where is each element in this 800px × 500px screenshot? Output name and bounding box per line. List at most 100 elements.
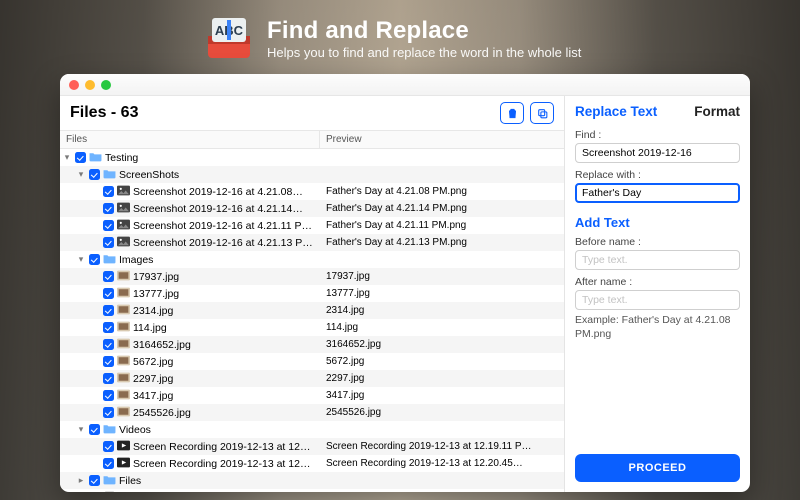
file-name: 2297.jpg bbox=[133, 373, 173, 385]
folder-icon bbox=[103, 168, 116, 182]
row-checkbox[interactable] bbox=[103, 407, 114, 418]
before-name-label: Before name : bbox=[575, 236, 740, 248]
delete-button[interactable] bbox=[500, 102, 524, 124]
table-row[interactable]: ▾Testing bbox=[60, 149, 564, 166]
table-row[interactable]: ▾ScreenShots bbox=[60, 166, 564, 183]
column-header-preview[interactable]: Preview bbox=[320, 131, 564, 148]
table-row[interactable]: ▾2297.jpg2297.jpg bbox=[60, 370, 564, 387]
table-row[interactable]: ▾Screenshot 2019-12-16 at 4.21.11 P…Fath… bbox=[60, 217, 564, 234]
thumb-icon bbox=[117, 287, 130, 301]
file-tree[interactable]: ▾Testing▾ScreenShots▾Screenshot 2019-12-… bbox=[60, 149, 564, 492]
row-checkbox[interactable] bbox=[103, 203, 114, 214]
minimize-dot[interactable] bbox=[85, 80, 95, 90]
table-row[interactable]: ▾2314.jpg2314.jpg bbox=[60, 302, 564, 319]
column-headers: Files Preview bbox=[60, 130, 564, 149]
img-icon bbox=[117, 185, 130, 199]
file-name: 2314.jpg bbox=[133, 305, 173, 317]
thumb-icon bbox=[117, 321, 130, 335]
table-row[interactable]: ▸ Files bbox=[60, 472, 564, 489]
row-checkbox[interactable] bbox=[103, 305, 114, 316]
row-checkbox[interactable] bbox=[103, 186, 114, 197]
table-row[interactable]: ▾17937.jpg17937.jpg bbox=[60, 268, 564, 285]
chevron-down-icon[interactable]: ▾ bbox=[76, 425, 86, 434]
img-icon bbox=[117, 219, 130, 233]
table-row[interactable]: ▾ Images bbox=[60, 251, 564, 268]
app-window: Files - 63 Files bbox=[60, 74, 750, 492]
row-checkbox[interactable] bbox=[89, 424, 100, 435]
file-name: Screenshot 2019-12-16 at 4.21.11 P… bbox=[133, 220, 312, 232]
row-checkbox[interactable] bbox=[103, 373, 114, 384]
column-header-files[interactable]: Files bbox=[60, 131, 320, 148]
row-checkbox[interactable] bbox=[103, 237, 114, 248]
file-name: Files bbox=[119, 475, 141, 487]
close-dot[interactable] bbox=[69, 80, 79, 90]
row-checkbox[interactable] bbox=[103, 339, 114, 350]
table-row[interactable]: ▾2545526.jpg2545526.jpg bbox=[60, 404, 564, 421]
table-row[interactable]: ▾3164652.jpg3164652.jpg bbox=[60, 336, 564, 353]
preview-name: Screen Recording 2019-12-13 at 12.19.11 … bbox=[320, 441, 564, 452]
thumb-icon bbox=[117, 304, 130, 318]
row-checkbox[interactable] bbox=[103, 458, 114, 469]
copy-button[interactable] bbox=[530, 102, 554, 124]
preview-name: Father's Day at 4.21.13 PM.png bbox=[320, 237, 564, 248]
table-row[interactable]: ▾114.jpg114.jpg bbox=[60, 319, 564, 336]
preview-name: Father's Day at 4.21.11 PM.png bbox=[320, 220, 564, 231]
replace-input[interactable] bbox=[575, 183, 740, 203]
before-name-input[interactable] bbox=[575, 250, 740, 270]
chevron-down-icon[interactable]: ▾ bbox=[76, 170, 86, 179]
replace-label: Replace with : bbox=[575, 169, 740, 181]
table-row[interactable]: ▾3417.jpg3417.jpg bbox=[60, 387, 564, 404]
example-text: Example: Father's Day at 4.21.08 PM.png bbox=[575, 314, 740, 341]
row-checkbox[interactable] bbox=[103, 356, 114, 367]
proceed-button[interactable]: PROCEED bbox=[575, 454, 740, 482]
folder-icon bbox=[89, 151, 102, 165]
file-name: 13777.jpg bbox=[133, 288, 179, 300]
chevron-down-icon[interactable]: ▾ bbox=[62, 153, 72, 162]
mov-icon bbox=[117, 440, 130, 454]
tab-replace-text[interactable]: Replace Text bbox=[575, 104, 657, 119]
find-input[interactable] bbox=[575, 143, 740, 163]
chevron-down-icon[interactable]: ▾ bbox=[76, 255, 86, 264]
row-checkbox[interactable] bbox=[89, 475, 100, 486]
copy-icon bbox=[536, 107, 549, 120]
folder-icon bbox=[103, 253, 116, 267]
table-row[interactable]: ▾Screen Recording 2019-12-13 at 12…Scree… bbox=[60, 438, 564, 455]
chevron-right-icon[interactable]: ▸ bbox=[76, 476, 86, 485]
add-text-section: Add Text bbox=[575, 215, 740, 230]
file-name: Images bbox=[119, 254, 153, 266]
table-row[interactable]: ▾13777.jpg13777.jpg bbox=[60, 285, 564, 302]
file-name: Screen Recording 2019-12-13 at 12… bbox=[133, 441, 310, 453]
row-checkbox[interactable] bbox=[103, 288, 114, 299]
row-checkbox[interactable] bbox=[89, 169, 100, 180]
file-name: Videos bbox=[119, 424, 151, 436]
row-checkbox[interactable] bbox=[103, 322, 114, 333]
table-row[interactable]: ▾ Videos bbox=[60, 421, 564, 438]
table-row[interactable]: ▾Screenshot 2019-12-16 at 4.21.08…Father… bbox=[60, 183, 564, 200]
table-row[interactable]: ▾Screenshot 2019-12-16 at 4.21.14…Father… bbox=[60, 200, 564, 217]
row-checkbox[interactable] bbox=[103, 441, 114, 452]
after-name-input[interactable] bbox=[575, 290, 740, 310]
row-checkbox[interactable] bbox=[103, 220, 114, 231]
row-checkbox[interactable] bbox=[103, 390, 114, 401]
table-row[interactable]: ▾Screenshot 2019-12-16 at 4.21.13 P…Fath… bbox=[60, 234, 564, 251]
banner-subtitle: Helps you to find and replace the word i… bbox=[267, 45, 581, 60]
row-checkbox[interactable] bbox=[103, 271, 114, 282]
preview-name: 17937.jpg bbox=[320, 271, 564, 282]
folder-icon bbox=[103, 474, 116, 488]
file-name: Screen Recording 2019-12-13 at 12… bbox=[133, 458, 310, 470]
file-name: 2545526.jpg bbox=[133, 407, 191, 419]
table-row[interactable]: ▾General.storyboardc bbox=[60, 489, 564, 492]
file-name: Screenshot 2019-12-16 at 4.21.08… bbox=[133, 186, 303, 198]
trash-icon bbox=[506, 107, 519, 120]
table-row[interactable]: ▾Screen Recording 2019-12-13 at 12…Scree… bbox=[60, 455, 564, 472]
zoom-dot[interactable] bbox=[101, 80, 111, 90]
file-name: 3164652.jpg bbox=[133, 339, 191, 351]
banner-title: Find and Replace bbox=[267, 17, 581, 45]
preview-name: 13777.jpg bbox=[320, 288, 564, 299]
row-checkbox[interactable] bbox=[75, 152, 86, 163]
preview-name: Father's Day at 4.21.14 PM.png bbox=[320, 203, 564, 214]
row-checkbox[interactable] bbox=[89, 254, 100, 265]
thumb-icon bbox=[117, 338, 130, 352]
table-row[interactable]: ▾5672.jpg5672.jpg bbox=[60, 353, 564, 370]
tab-format[interactable]: Format bbox=[694, 104, 740, 119]
